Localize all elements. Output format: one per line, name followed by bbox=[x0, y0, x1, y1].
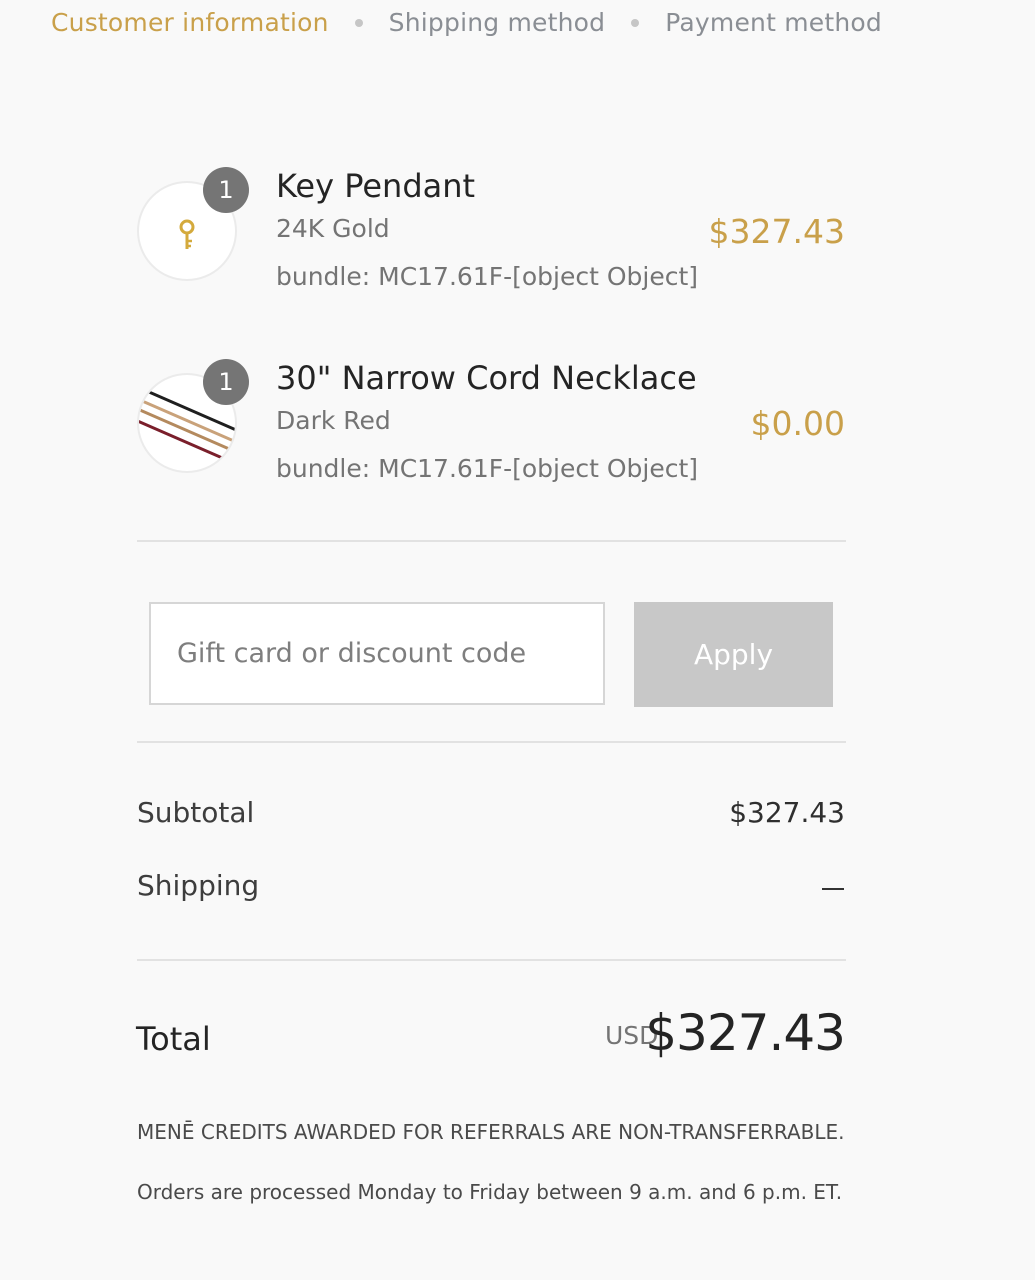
quantity-badge: 1 bbox=[203, 167, 249, 213]
product-price: $0.00 bbox=[750, 404, 845, 443]
order-processing-note: Orders are processed Monday to Friday be… bbox=[137, 1180, 843, 1204]
subtotal-label: Subtotal bbox=[137, 796, 255, 829]
subtotal-value: $327.43 bbox=[729, 796, 845, 829]
divider bbox=[137, 741, 846, 743]
divider bbox=[137, 540, 846, 542]
order-line-item: 1 Key Pendant 24K Gold bundle: MC17.61F-… bbox=[137, 167, 845, 297]
referral-credits-note: MENĒ CREDITS AWARDED FOR REFERRALS ARE N… bbox=[137, 1120, 845, 1144]
breadcrumb-separator bbox=[354, 18, 363, 27]
product-bundle: bundle: MC17.61F-[object Object] bbox=[276, 454, 699, 483]
breadcrumb: Customer information Shipping method Pay… bbox=[51, 8, 882, 37]
product-name: Key Pendant bbox=[276, 167, 476, 205]
product-bundle: bundle: MC17.61F-[object Object] bbox=[276, 262, 699, 291]
product-variant: 24K Gold bbox=[276, 214, 390, 243]
shipping-label: Shipping bbox=[137, 869, 260, 902]
divider bbox=[137, 959, 846, 961]
discount-code-input[interactable] bbox=[149, 602, 605, 705]
apply-discount-button[interactable]: Apply bbox=[634, 602, 833, 707]
total-label: Total bbox=[136, 1020, 211, 1058]
breadcrumb-shipping-method: Shipping method bbox=[388, 8, 606, 37]
total-value: $327.43 bbox=[645, 1004, 846, 1062]
breadcrumb-separator bbox=[631, 18, 640, 27]
product-name: 30" Narrow Cord Necklace bbox=[276, 359, 697, 397]
breadcrumb-customer-information[interactable]: Customer information bbox=[51, 8, 329, 37]
product-price: $327.43 bbox=[708, 212, 845, 251]
product-variant: Dark Red bbox=[276, 406, 391, 435]
order-line-item: 1 30" Narrow Cord Necklace Dark Red bund… bbox=[137, 359, 845, 489]
shipping-value bbox=[822, 888, 844, 890]
breadcrumb-payment-method: Payment method bbox=[665, 8, 882, 37]
quantity-badge: 1 bbox=[203, 359, 249, 405]
